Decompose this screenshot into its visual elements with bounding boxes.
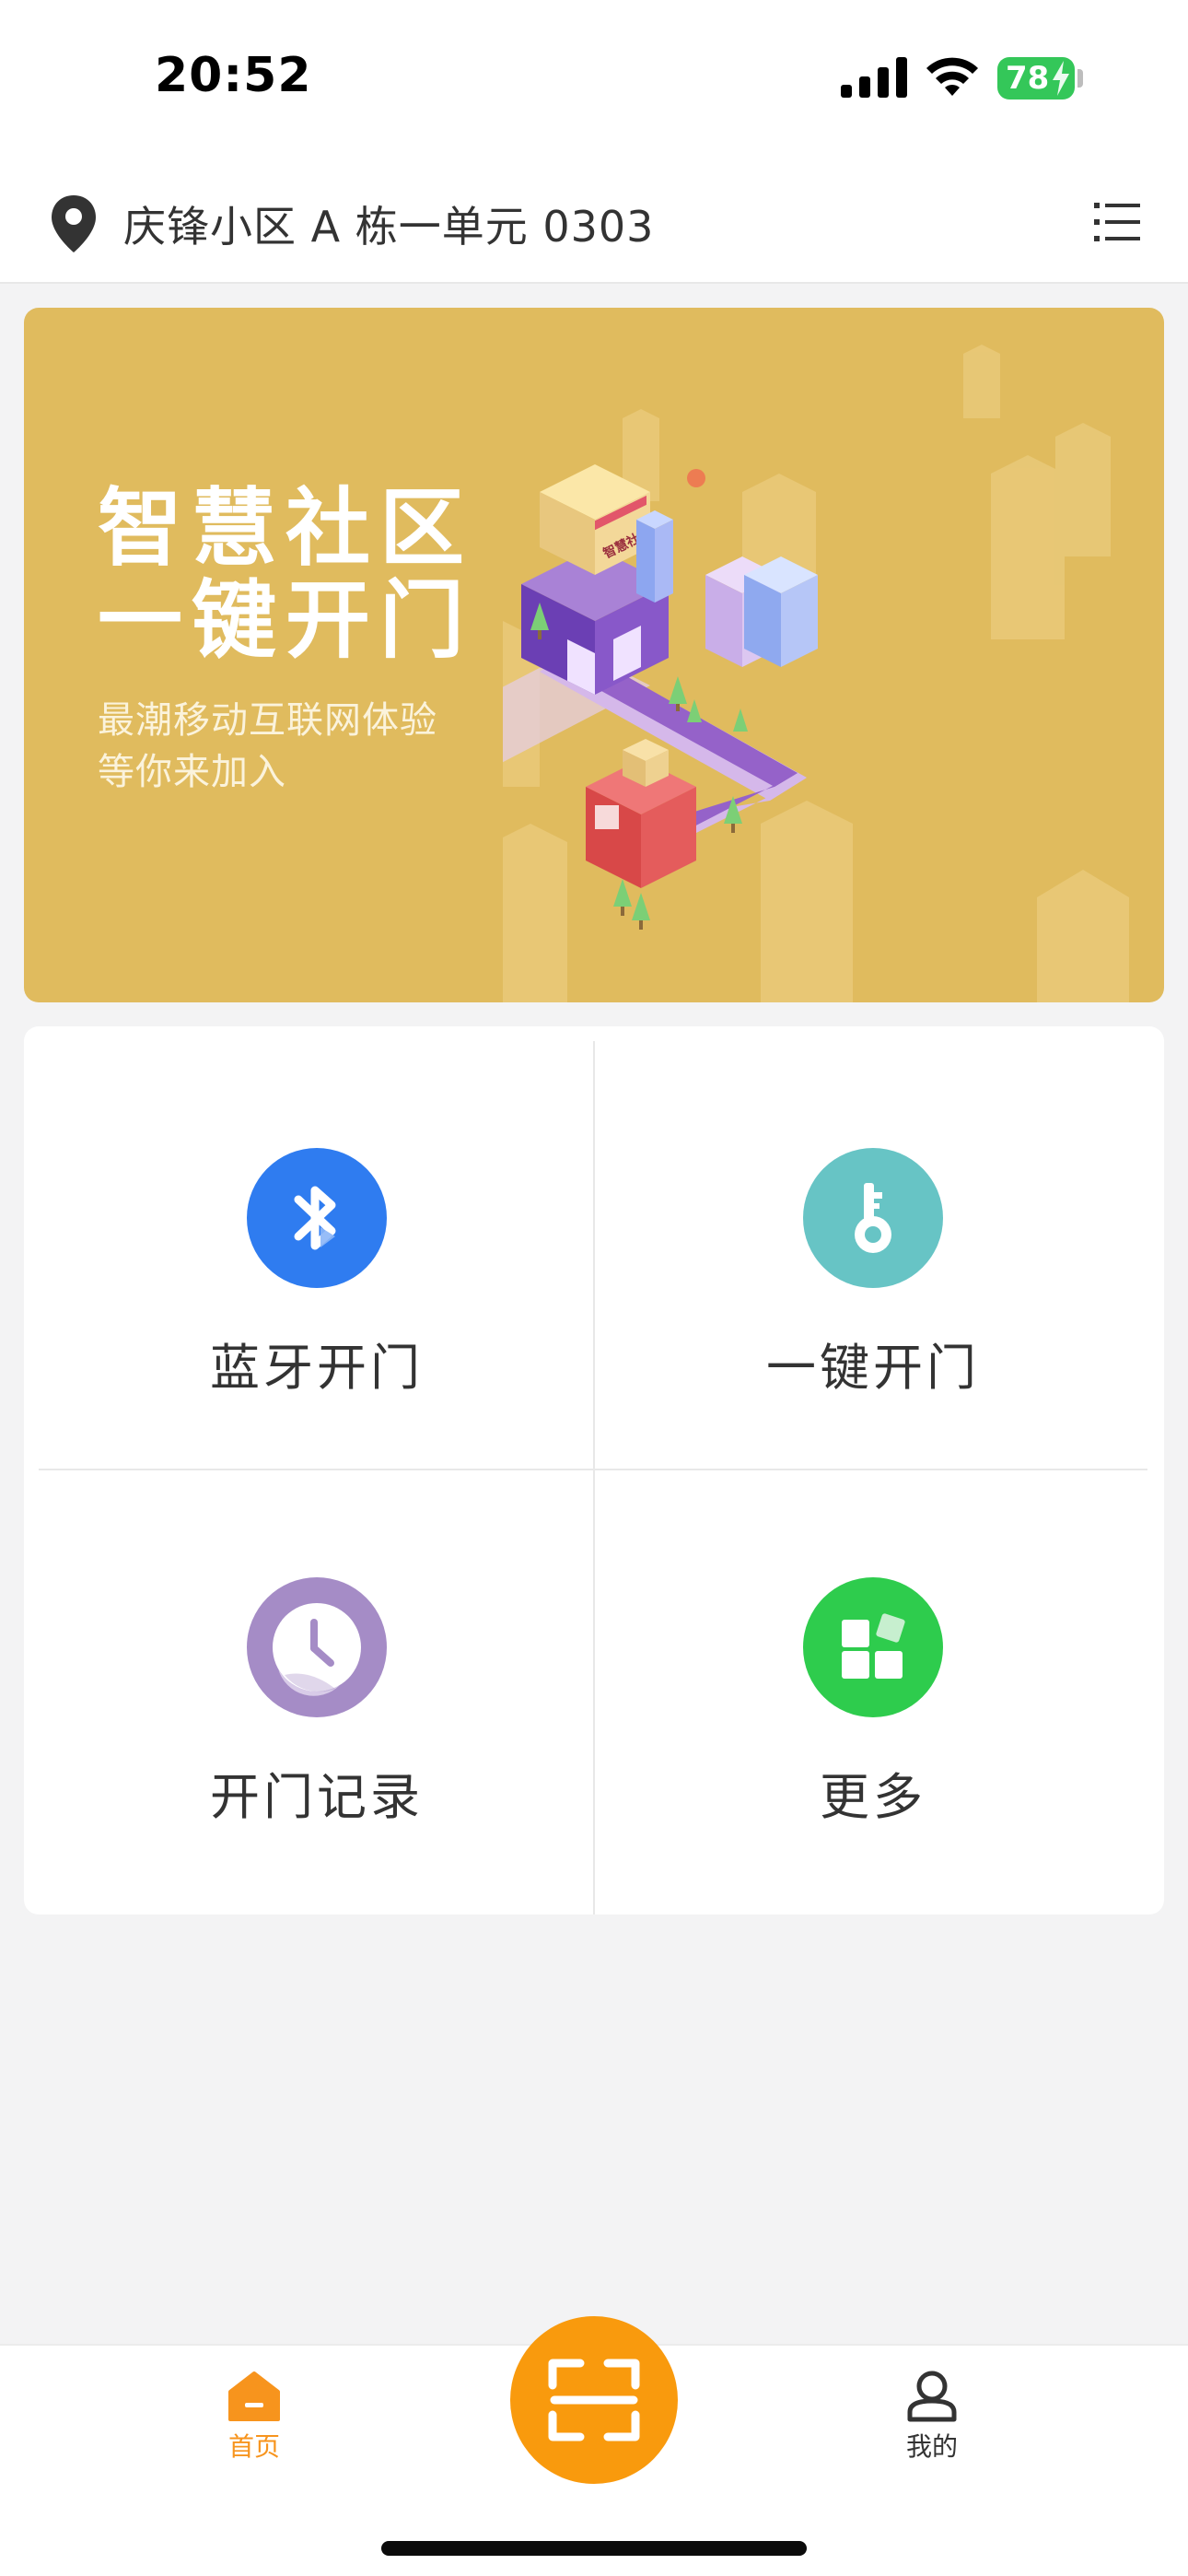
status-time: 20:52	[155, 48, 312, 103]
tab-home[interactable]: 首页	[171, 2368, 337, 2488]
one-key-open-button[interactable]: 一键开门	[595, 1041, 1151, 1481]
promo-banner[interactable]: 智慧社区 一键开门 最潮移动互联网体验 等你来加入 智慧社区	[24, 308, 1164, 1002]
tab-home-label: 首页	[227, 2431, 280, 2462]
action-label: 蓝牙开门	[210, 1339, 424, 1397]
clock-icon	[247, 1577, 387, 1717]
action-label: 开门记录	[210, 1768, 424, 1826]
tab-mine-label: 我的	[905, 2431, 958, 2462]
bluetooth-icon	[247, 1148, 387, 1288]
location-header: 庆锋小区 A 栋一单元 0303	[0, 166, 1188, 284]
more-button[interactable]: 更多	[595, 1478, 1151, 1918]
list-menu-icon[interactable]	[1094, 201, 1140, 243]
wifi-icon	[926, 57, 978, 96]
battery-level: 78	[1006, 60, 1050, 97]
tab-mine[interactable]: 我的	[849, 2368, 1015, 2488]
home-indicator	[381, 2541, 807, 2556]
battery-cap	[1077, 69, 1083, 88]
open-records-button[interactable]: 开门记录	[39, 1478, 595, 1918]
signal-icon	[841, 57, 907, 98]
location-title[interactable]: 庆锋小区 A 栋一单元 0303	[123, 193, 654, 254]
action-grid: 蓝牙开门 一键开门 开门记录 更多	[24, 1026, 1164, 1914]
scan-button[interactable]	[510, 2316, 678, 2484]
grid-more-icon	[803, 1577, 943, 1717]
location-pin-icon	[52, 195, 96, 252]
bluetooth-open-button[interactable]: 蓝牙开门	[39, 1041, 595, 1481]
user-icon	[907, 2371, 957, 2422]
key-icon	[803, 1148, 943, 1288]
action-label: 更多	[820, 1768, 926, 1826]
status-bar: 20:52 78	[0, 0, 1188, 166]
home-icon	[228, 2371, 280, 2421]
city-illustration: 智慧社区	[503, 345, 1129, 1002]
banner-title: 智慧社区 一键开门	[98, 479, 474, 670]
scan-icon	[548, 2359, 640, 2441]
action-label: 一键开门	[766, 1339, 980, 1397]
banner-subtitle: 最潮移动互联网体验 等你来加入	[98, 699, 437, 793]
battery-charging-icon	[1053, 61, 1069, 96]
